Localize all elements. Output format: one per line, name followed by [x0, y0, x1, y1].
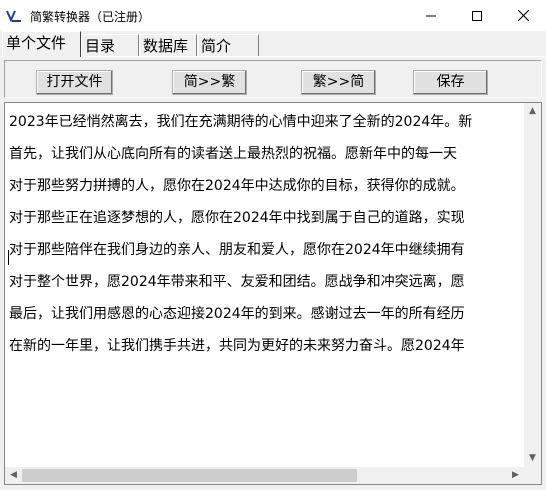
tab-database[interactable]: 数据库 [139, 34, 197, 56]
scroll-down-icon[interactable]: ▼ [524, 450, 541, 467]
maximize-button[interactable] [454, 0, 500, 31]
save-button[interactable]: 保存 [413, 70, 488, 95]
close-icon [517, 10, 529, 21]
editor-content[interactable]: 2023年已经悄然离去，我们在充满期待的心情中迎来了全新的2024年。新 首先，… [9, 106, 523, 442]
text-line: 首先，让我们从心底向所有的读者送上最热烈的祝福。愿新年中的每一天 [9, 146, 457, 162]
app-logo-icon [6, 10, 21, 23]
horizontal-scroll-thumb[interactable] [22, 469, 357, 482]
scroll-right-icon[interactable]: ▶ [507, 467, 524, 484]
tab-strip: 单个文件 目录 数据库 简介 [0, 31, 546, 57]
toolbar: 打开文件 简>>繁 繁>>简 保存 [4, 60, 542, 98]
scroll-left-icon[interactable]: ◀ [5, 467, 22, 484]
text-line: 对于那些努力拼搏的人，愿你在2024年中达成你的目标，获得你的成就。 [9, 178, 465, 194]
open-file-button[interactable]: 打开文件 [36, 70, 113, 95]
close-button[interactable] [500, 0, 546, 31]
tab-single-file[interactable]: 单个文件 [2, 31, 81, 57]
minimize-icon [426, 15, 436, 16]
window-title: 简繁转换器（已注册） [30, 10, 151, 24]
title-bar[interactable]: 简繁转换器（已注册） [0, 0, 546, 31]
vertical-scrollbar[interactable]: ▲ ▼ [524, 103, 541, 467]
minimize-button[interactable] [408, 0, 454, 31]
text-line: 最后，让我们用感恩的心态迎接2024年的到来。感谢过去一年的所有经历 [9, 306, 465, 322]
text-caret [8, 250, 9, 265]
tab-directory[interactable]: 目录 [81, 34, 139, 56]
text-line: 对于那些正在追逐梦想的人，愿你在2024年中找到属于自己的道路，实现 [9, 210, 465, 226]
scroll-up-icon[interactable]: ▲ [524, 103, 541, 120]
text-line: 对于整个世界，愿2024年带来和平、友爱和团结。愿战争和冲突远离，愿 [9, 274, 465, 290]
horizontal-scrollbar[interactable]: ◀ ▶ [5, 467, 524, 484]
text-line: 2023年已经悄然离去，我们在充满期待的心情中迎来了全新的2024年。新 [9, 114, 473, 130]
convert-to-traditional-button[interactable]: 简>>繁 [172, 70, 247, 95]
text-editor[interactable]: 2023年已经悄然离去，我们在充满期待的心情中迎来了全新的2024年。新 首先，… [4, 102, 542, 485]
tab-about[interactable]: 简介 [197, 34, 259, 56]
convert-to-simplified-button[interactable]: 繁>>简 [301, 70, 376, 95]
app-window: 简繁转换器（已注册） 单个文件 目录 数据库 简介 打开文件 简>>繁 繁>>简… [0, 0, 546, 490]
scrollbar-corner [524, 467, 541, 484]
text-line: 在新的一年里，让我们携手共进，共同为更好的未来努力奋斗。愿2024年 [9, 338, 465, 354]
maximize-icon [472, 10, 482, 21]
text-line: 对于那些陪伴在我们身边的亲人、朋友和爱人，愿你在2024年中继续拥有 [9, 242, 465, 258]
single-file-panel: 打开文件 简>>繁 繁>>简 保存 2023年已经悄然离去，我们在充满期待的心情… [0, 56, 546, 490]
